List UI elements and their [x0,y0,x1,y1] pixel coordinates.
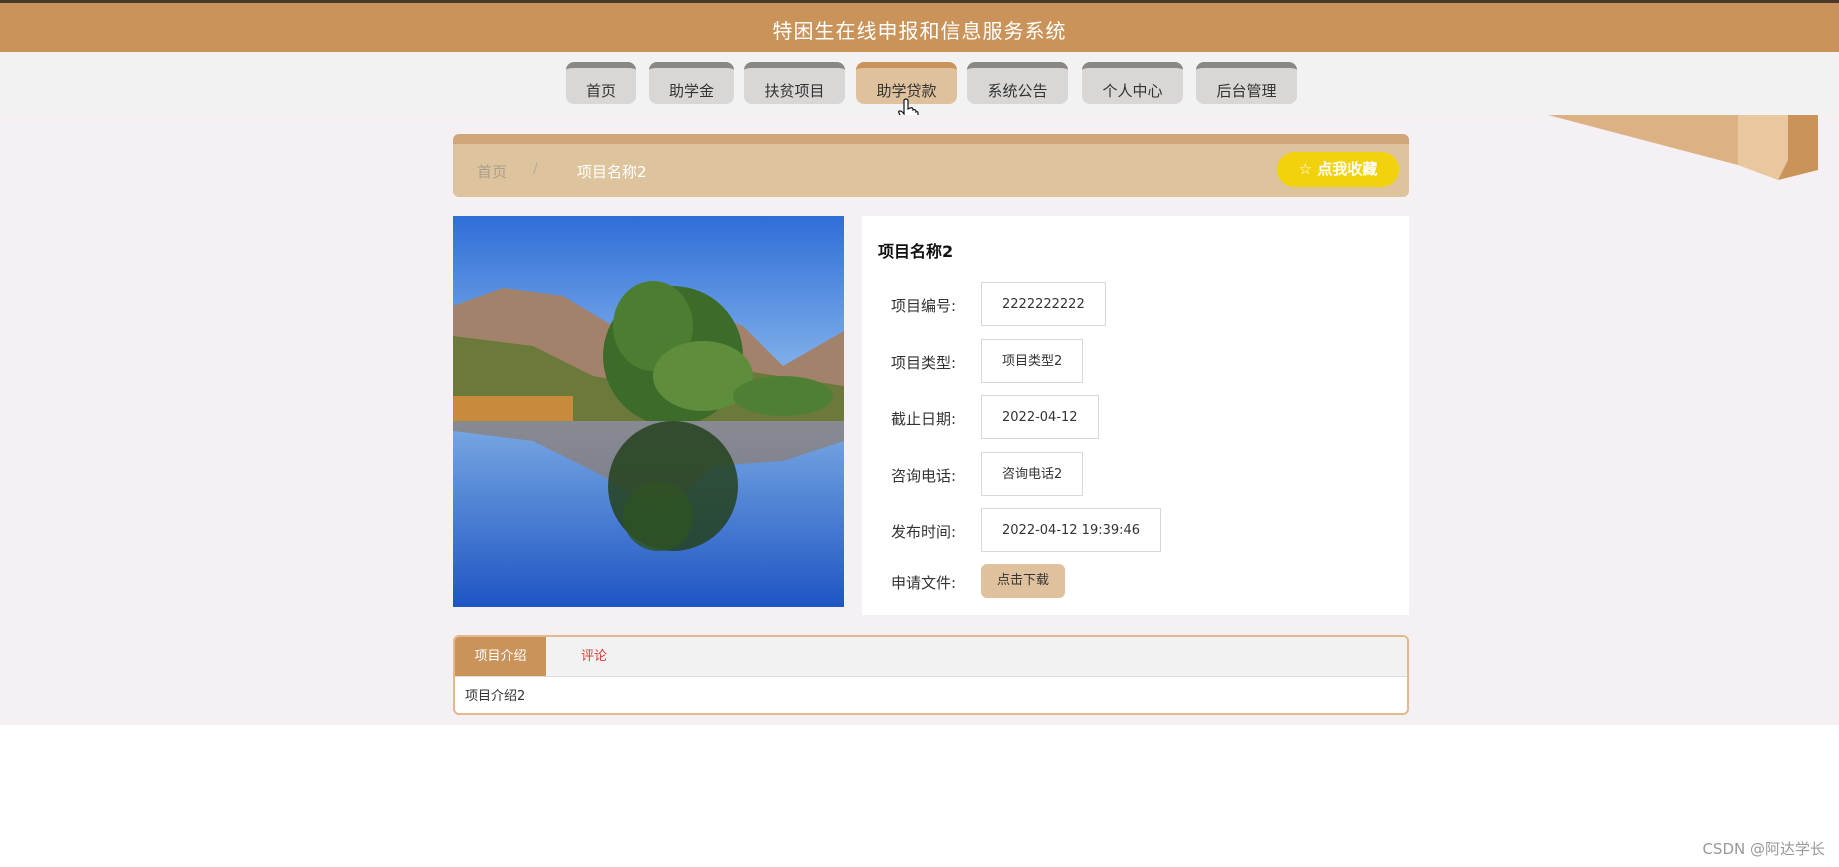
site-title: 特困生在线申报和信息服务系统 [772,19,1067,43]
field-label-deadline: 截止日期: [891,410,957,428]
breadcrumb-separator: / [533,161,538,177]
nav-item-grant[interactable]: 助学金 [649,62,734,104]
main-nav: 首页 助学金 扶贫项目 助学贷款 系统公告 个人中心 后台管理 [0,62,1839,106]
project-image [453,216,844,607]
tab-comments[interactable]: 评论 [546,637,642,676]
field-value-phone: 咨询电话2 [981,452,1084,496]
tab-panel: 项目介绍 评论 项目介绍2 [453,635,1409,715]
nav-item-announcement[interactable]: 系统公告 [967,62,1068,104]
field-label-application-file: 申请文件: [891,574,957,592]
breadcrumb-home[interactable]: 首页 [477,161,507,182]
tab-header: 项目介绍 评论 [455,637,1407,677]
field-label-project-number: 项目编号: [891,297,957,315]
nav-item-poverty-project[interactable]: 扶贫项目 [744,62,845,104]
landscape-image [453,216,844,607]
nav-item-admin[interactable]: 后台管理 [1196,62,1297,104]
field-label-phone: 咨询电话: [891,467,957,485]
breadcrumb: 首页 / 项目名称2 ☆ 点我收藏 [453,134,1409,197]
field-value-deadline: 2022-04-12 [981,395,1099,439]
project-title: 项目名称2 [878,242,954,261]
download-button[interactable]: 点击下载 [981,564,1065,598]
tab-content-intro: 项目介绍2 [465,689,526,704]
field-value-project-type: 项目类型2 [981,339,1084,383]
favorite-button[interactable]: ☆ 点我收藏 [1277,152,1399,187]
field-value-publish-time: 2022-04-12 19:39:46 [981,508,1162,552]
field-label-publish-time: 发布时间: [891,523,957,541]
field-value-project-number: 2222222222 [981,282,1106,326]
nav-item-personal-center[interactable]: 个人中心 [1082,62,1183,104]
decorative-corner-shape [1548,115,1818,180]
nav-item-home[interactable]: 首页 [566,62,636,104]
csdn-watermark: CSDN @阿达学长 [1702,840,1825,858]
tab-project-intro[interactable]: 项目介绍 [455,637,546,676]
nav-bar: 首页 助学金 扶贫项目 助学贷款 系统公告 个人中心 后台管理 [0,52,1839,115]
field-label-project-type: 项目类型: [891,354,957,372]
breadcrumb-current: 项目名称2 [577,163,647,181]
project-detail-card: 项目名称2 项目编号: 2222222222 项目类型: 项目类型2 截止日期:… [862,216,1409,615]
top-header: 特困生在线申报和信息服务系统 [0,0,1839,52]
